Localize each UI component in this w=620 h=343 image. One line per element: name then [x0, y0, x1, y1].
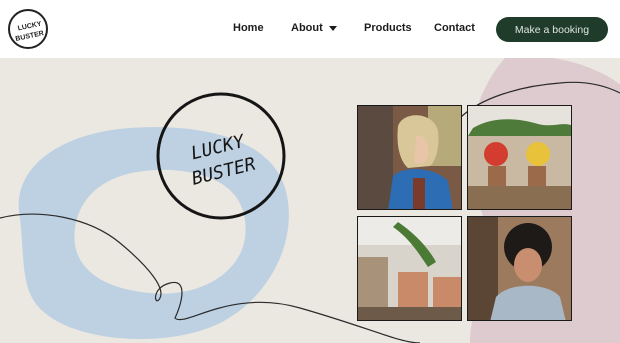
nav-about-label: About — [291, 22, 323, 34]
logo-mark-icon: LUCKY BUSTER — [15, 21, 45, 43]
gallery-photo-1[interactable] — [357, 105, 462, 210]
photo-woman-blonde-icon — [358, 106, 461, 209]
photo-salon-mirrors-icon — [468, 106, 571, 209]
chevron-down-icon — [328, 25, 337, 31]
gallery-photo-4[interactable] — [467, 216, 572, 321]
nav-about[interactable]: About — [291, 22, 337, 34]
nav-home[interactable]: Home — [233, 22, 264, 34]
gallery-photo-3[interactable] — [357, 216, 462, 321]
site-header: LUCKY BUSTER Home About Products Contact… — [0, 0, 620, 58]
nav-products[interactable]: Products — [364, 22, 412, 34]
gallery-photo-2[interactable] — [467, 105, 572, 210]
header-logo[interactable]: LUCKY BUSTER — [8, 9, 48, 49]
hero-section: LUCKY BUSTER — [0, 58, 620, 343]
lucky-buster-logo: LUCKY BUSTER — [156, 92, 286, 220]
photo-woman-curly-hair-icon — [468, 217, 571, 320]
photo-salon-interior-icon — [358, 217, 461, 320]
nav-contact[interactable]: Contact — [434, 22, 475, 34]
make-booking-button[interactable]: Make a booking — [496, 17, 608, 42]
